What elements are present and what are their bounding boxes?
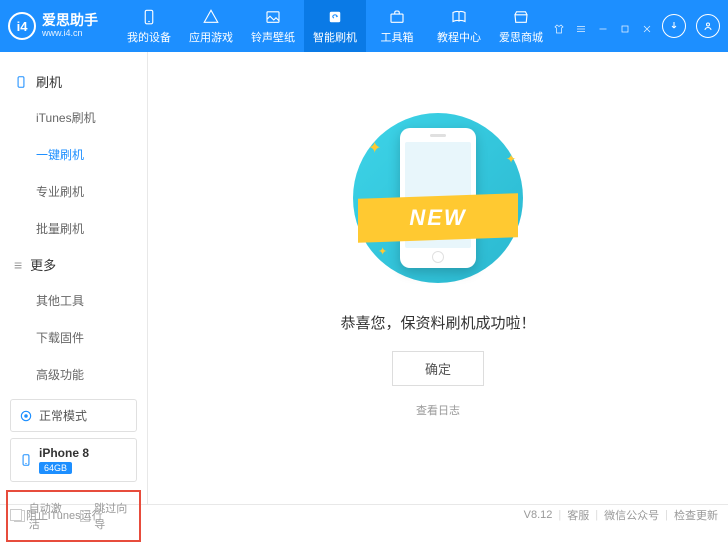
top-nav: 我的设备 应用游戏 铃声壁纸 智能刷机 工具箱 教程中心 爱思商城	[118, 0, 552, 52]
device-mode-status[interactable]: 正常模式	[10, 399, 137, 432]
block-itunes-checkbox[interactable]: 阻止iTunes运行	[10, 507, 103, 523]
app-header: i4 爱思助手 www.i4.cn 我的设备 应用游戏 铃声壁纸 智能刷机 工具…	[0, 0, 728, 52]
new-ribbon: NEW	[358, 196, 518, 240]
nav-apps[interactable]: 应用游戏	[180, 0, 242, 52]
download-button[interactable]	[662, 14, 686, 38]
check-update-link[interactable]: 检查更新	[674, 507, 718, 523]
user-button[interactable]	[696, 14, 720, 38]
apps-icon	[202, 8, 220, 26]
success-message: 恭喜您，保资料刷机成功啦！	[340, 312, 535, 333]
sidebar-item-other-tools[interactable]: 其他工具	[0, 282, 147, 319]
more-icon: ≡	[14, 258, 22, 272]
phone-icon	[19, 453, 33, 467]
connected-device[interactable]: iPhone 8 64GB	[10, 438, 137, 482]
briefcase-icon	[388, 8, 406, 26]
app-logo: i4 爱思助手 www.i4.cn	[8, 12, 118, 40]
sidebar-item-batch-flash[interactable]: 批量刷机	[0, 210, 147, 247]
sidebar-group-more: ≡ 更多	[0, 247, 147, 282]
logo-icon: i4	[8, 12, 36, 40]
nav-my-device[interactable]: 我的设备	[118, 0, 180, 52]
nav-tutorials[interactable]: 教程中心	[428, 0, 490, 52]
wechat-link[interactable]: 微信公众号	[604, 507, 659, 523]
sidebar-item-itunes-flash[interactable]: iTunes刷机	[0, 99, 147, 136]
nav-store[interactable]: 爱思商城	[490, 0, 552, 52]
minimize-button[interactable]	[596, 22, 610, 36]
view-log-link[interactable]: 查看日志	[416, 402, 460, 418]
status-dot-icon	[19, 409, 33, 423]
main-content: ✦ ✦ ✦ NEW 恭喜您，保资料刷机成功啦！ 确定 查看日志	[148, 52, 728, 504]
nav-toolbox[interactable]: 工具箱	[366, 0, 428, 52]
sidebar-item-pro-flash[interactable]: 专业刷机	[0, 173, 147, 210]
maximize-button[interactable]	[618, 22, 632, 36]
sidebar: 刷机 iTunes刷机 一键刷机 专业刷机 批量刷机 ≡ 更多 其他工具 下载固…	[0, 52, 148, 504]
window-controls	[552, 16, 654, 36]
app-name: 爱思助手	[42, 13, 98, 28]
close-button[interactable]	[640, 22, 654, 36]
sidebar-group-flash: 刷机	[0, 64, 147, 99]
nav-flash[interactable]: 智能刷机	[304, 0, 366, 52]
sidebar-item-download-firmware[interactable]: 下载固件	[0, 319, 147, 356]
image-icon	[264, 8, 282, 26]
store-icon	[512, 8, 530, 26]
menu-icon[interactable]	[574, 22, 588, 36]
phone-icon	[140, 8, 158, 26]
customer-service-link[interactable]: 客服	[567, 507, 589, 523]
success-illustration: ✦ ✦ ✦ NEW	[338, 108, 538, 288]
nav-ringtones[interactable]: 铃声壁纸	[242, 0, 304, 52]
shirt-icon[interactable]	[552, 22, 566, 36]
phone-icon	[14, 75, 28, 89]
device-name: iPhone 8	[39, 446, 89, 460]
book-icon	[450, 8, 468, 26]
device-storage-badge: 64GB	[39, 462, 72, 474]
header-actions	[662, 14, 720, 38]
sidebar-item-one-click-flash[interactable]: 一键刷机	[0, 136, 147, 173]
refresh-icon	[326, 8, 344, 26]
sidebar-item-advanced[interactable]: 高级功能	[0, 356, 147, 393]
ok-button[interactable]: 确定	[392, 351, 484, 386]
app-url: www.i4.cn	[42, 29, 98, 39]
version-label: V8.12	[524, 509, 553, 521]
